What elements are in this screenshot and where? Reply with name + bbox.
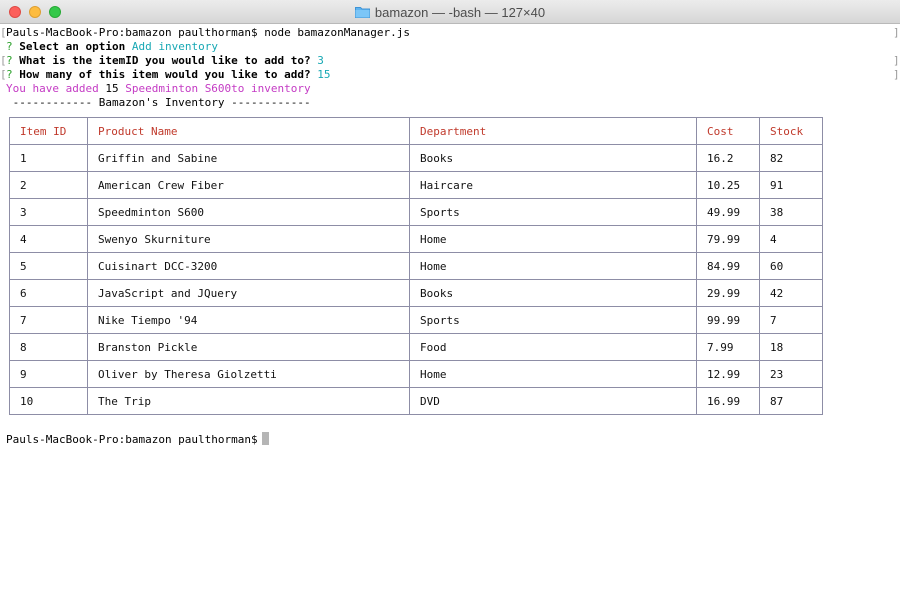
- final-prompt-line: Pauls-MacBook-Pro:bamazon paulthorman$: [6, 432, 269, 446]
- table-row: 1 Griffin and Sabine Books 16.2 82: [9, 144, 823, 172]
- table-header-row: Item ID Product Name Department Cost Sto…: [9, 117, 823, 145]
- table-row: 2 American Crew Fiber Haircare 10.25 91: [9, 171, 823, 199]
- cell-department: Books: [409, 144, 697, 172]
- inventory-table: Item ID Product Name Department Cost Sto…: [9, 117, 823, 415]
- question-line-3: ? How many of this item would you like t…: [6, 68, 331, 82]
- cell-cost: 10.25: [696, 171, 760, 199]
- line-marker-bracket: ]: [893, 68, 900, 81]
- cell-product-name: Speedminton S600: [87, 198, 410, 226]
- question-text: How many of this item would you like to …: [19, 68, 311, 81]
- answer-text: Add inventory: [131, 40, 218, 53]
- terminal-window: bamazon — -bash — 127×40 [ ] Pauls-MacBo…: [0, 0, 900, 590]
- cell-item-id: 5: [9, 252, 88, 280]
- cell-product-name: American Crew Fiber: [87, 171, 410, 199]
- cell-department: Home: [409, 360, 697, 388]
- cell-item-id: 1: [9, 144, 88, 172]
- cell-item-id: 8: [9, 333, 88, 361]
- cell-cost: 7.99: [696, 333, 760, 361]
- cell-product-name: Nike Tiempo '94: [87, 306, 410, 334]
- line-marker-bracket: ]: [893, 26, 900, 39]
- cell-stock: 4: [759, 225, 823, 253]
- table-row: 10 The Trip DVD 16.99 87: [9, 387, 823, 415]
- line-marker-bracket: ]: [893, 54, 900, 67]
- header-product-name: Product Name: [87, 117, 410, 145]
- cell-product-name: JavaScript and JQuery: [87, 279, 410, 307]
- window-title: bamazon — -bash — 127×40: [374, 4, 546, 20]
- cell-cost: 49.99: [696, 198, 760, 226]
- table-row: 3 Speedminton S600 Sports 49.99 38: [9, 198, 823, 226]
- shell-prompt: Pauls-MacBook-Pro:bamazon paulthorman$: [6, 433, 258, 446]
- table-row: 9 Oliver by Theresa Giolzetti Home 12.99…: [9, 360, 823, 388]
- table-row: 4 Swenyo Skurniture Home 79.99 4: [9, 225, 823, 253]
- added-quantity: 15: [105, 82, 119, 95]
- header-department: Department: [409, 117, 697, 145]
- header-stock: Stock: [759, 117, 823, 145]
- cell-item-id: 4: [9, 225, 88, 253]
- inventory-heading: ------------ Bamazon's Inventory -------…: [6, 96, 311, 109]
- command-line: Pauls-MacBook-Pro:bamazon paulthorman$ n…: [6, 26, 410, 40]
- question-mark: ?: [6, 68, 13, 81]
- cell-department: Books: [409, 279, 697, 307]
- cell-product-name: The Trip: [87, 387, 410, 415]
- cell-product-name: Branston Pickle: [87, 333, 410, 361]
- text-cursor[interactable]: [261, 432, 269, 445]
- cell-cost: 79.99: [696, 225, 760, 253]
- question-text: What is the itemID you would like to add…: [19, 54, 311, 67]
- added-suffix: Speedminton S600to inventory: [125, 82, 311, 95]
- cell-stock: 42: [759, 279, 823, 307]
- header-item-id: Item ID: [9, 117, 88, 145]
- table-row: 6 JavaScript and JQuery Books 29.99 42: [9, 279, 823, 307]
- command-text: node bamazonManager.js: [264, 26, 410, 39]
- answer-text: 3: [317, 54, 324, 67]
- cell-item-id: 7: [9, 306, 88, 334]
- terminal-content[interactable]: [ ] Pauls-MacBook-Pro:bamazon paulthorma…: [0, 25, 900, 590]
- header-cost: Cost: [696, 117, 760, 145]
- cell-cost: 12.99: [696, 360, 760, 388]
- cell-department: DVD: [409, 387, 697, 415]
- cell-cost: 16.2: [696, 144, 760, 172]
- cell-product-name: Swenyo Skurniture: [87, 225, 410, 253]
- table-row: 8 Branston Pickle Food 7.99 18: [9, 333, 823, 361]
- question-line-2: ? What is the itemID you would like to a…: [6, 54, 324, 68]
- table-row: 5 Cuisinart DCC-3200 Home 84.99 60: [9, 252, 823, 280]
- cell-item-id: 9: [9, 360, 88, 388]
- cell-department: Home: [409, 252, 697, 280]
- cell-department: Sports: [409, 306, 697, 334]
- cell-stock: 23: [759, 360, 823, 388]
- cell-stock: 91: [759, 171, 823, 199]
- added-prefix: You have added: [6, 82, 99, 95]
- cell-item-id: 3: [9, 198, 88, 226]
- question-mark: ?: [6, 40, 13, 53]
- question-mark: ?: [6, 54, 13, 67]
- cell-stock: 82: [759, 144, 823, 172]
- cell-item-id: 10: [9, 387, 88, 415]
- cell-department: Sports: [409, 198, 697, 226]
- title-group: bamazon — -bash — 127×40: [0, 0, 900, 24]
- folder-icon: [354, 6, 370, 18]
- cell-cost: 99.99: [696, 306, 760, 334]
- cell-item-id: 2: [9, 171, 88, 199]
- cell-cost: 84.99: [696, 252, 760, 280]
- answer-text: 15: [317, 68, 331, 81]
- cell-stock: 18: [759, 333, 823, 361]
- title-bar[interactable]: bamazon — -bash — 127×40: [0, 0, 900, 24]
- cell-product-name: Oliver by Theresa Giolzetti: [87, 360, 410, 388]
- table-row: 7 Nike Tiempo '94 Sports 99.99 7: [9, 306, 823, 334]
- question-text: Select an option: [19, 40, 126, 53]
- cell-cost: 16.99: [696, 387, 760, 415]
- cell-stock: 38: [759, 198, 823, 226]
- cell-product-name: Cuisinart DCC-3200: [87, 252, 410, 280]
- cell-stock: 7: [759, 306, 823, 334]
- added-message: You have added 15 Speedminton S600to inv…: [6, 82, 311, 96]
- cell-product-name: Griffin and Sabine: [87, 144, 410, 172]
- cell-department: Food: [409, 333, 697, 361]
- shell-prompt: Pauls-MacBook-Pro:bamazon paulthorman$: [6, 26, 258, 39]
- question-line-1: ? Select an option Add inventory: [6, 40, 218, 54]
- cell-item-id: 6: [9, 279, 88, 307]
- cell-stock: 87: [759, 387, 823, 415]
- cell-cost: 29.99: [696, 279, 760, 307]
- cell-stock: 60: [759, 252, 823, 280]
- cell-department: Haircare: [409, 171, 697, 199]
- cell-department: Home: [409, 225, 697, 253]
